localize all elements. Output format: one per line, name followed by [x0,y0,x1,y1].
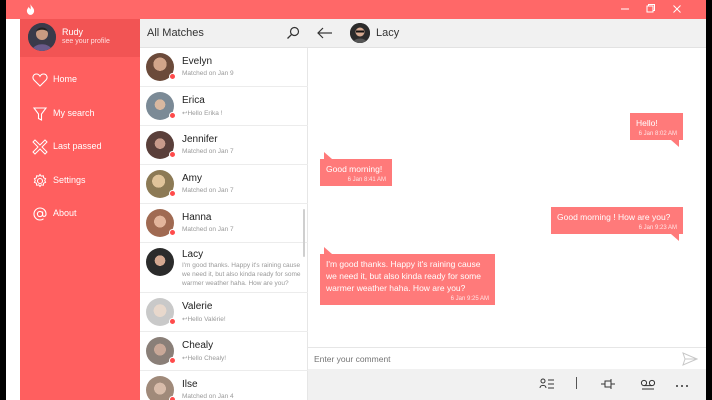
online-dot [169,151,176,158]
message-bubble-incoming: Good morning! 6 Jan 8:41 AM [320,152,392,186]
matches-title: All Matches [147,27,204,39]
contact-avatar[interactable] [350,23,370,43]
search-icon[interactable] [286,26,300,40]
more-icon[interactable] [674,377,690,391]
message-text: Hello! [636,118,658,128]
composer [308,347,706,369]
profile-name: Rudy [62,27,84,37]
match-item-erica[interactable]: Erica ↩Hello Erika ! [140,87,308,126]
sidebar-item-label: Last passed [53,141,102,151]
match-name: Lacy [182,249,204,260]
sidebar-item-label: About [53,208,77,218]
sidebar-item-label: My search [53,108,95,118]
title-bar [6,0,706,19]
online-dot [169,112,176,119]
matches-header: All Matches [140,19,308,48]
scrollbar[interactable] [303,209,305,257]
online-dot [169,396,176,400]
contact-name: Lacy [376,27,400,39]
match-name: Amy [182,173,202,184]
at-sign-icon [33,207,47,221]
match-subtitle: Matched on Jan 7 [182,148,234,155]
online-dot [169,229,176,236]
online-dot [169,73,176,80]
message-text: Good morning! [326,164,383,174]
comment-input[interactable] [314,352,654,366]
message-time: 6 Jan 8:41 AM [347,177,386,183]
pin-icon[interactable] [600,377,616,391]
message-text: I'm good thanks. Happy it's raining caus… [326,259,481,293]
message-text: Good morning ! How are you? [557,212,671,222]
message-time: 6 Jan 9:23 AM [638,225,677,231]
online-dot [169,357,176,364]
match-subtitle: Matched on Jan 9 [182,70,234,77]
command-bar [308,369,706,400]
match-name: Valerie [182,301,213,312]
avatar [28,23,56,51]
message-bubble-outgoing: Good morning ! How are you? 6 Jan 9:23 A… [551,207,683,241]
avatar [146,248,174,276]
match-item-lacy[interactable]: Lacy I'm good thanks. Happy it's raining… [140,243,308,293]
send-icon[interactable] [682,352,698,366]
list-icon[interactable] [539,377,555,391]
sidebar-item-home[interactable]: Home [20,66,140,94]
match-item-hanna[interactable]: Hanna Matched on Jan 7 [140,204,308,243]
message-time: 6 Jan 8:02 AM [638,131,677,137]
message-bubble-incoming: I'm good thanks. Happy it's raining caus… [320,247,495,305]
sidebar-item-about[interactable]: About [20,200,140,228]
match-item-evelyn[interactable]: Evelyn Matched on Jan 9 [140,48,308,87]
sidebar-item-label: Home [53,74,78,84]
online-dot [169,190,176,197]
sidebar-item-last-passed[interactable]: Last passed [20,133,140,161]
minimize-icon[interactable] [618,2,632,16]
match-name: Hanna [182,212,212,223]
match-item-valerie[interactable]: Valerie ↩Hello Valérie! [140,293,308,332]
maximize-icon[interactable] [643,2,657,16]
back-arrow-icon[interactable] [316,25,334,41]
online-dot [169,318,176,325]
sidebar-item-my-search[interactable]: My search [20,100,140,128]
funnel-icon [32,107,48,121]
match-subtitle: ↩Hello Chealy! [182,355,227,362]
match-item-amy[interactable]: Amy Matched on Jan 7 [140,165,308,204]
match-name: Erica [182,95,205,106]
match-item-jennifer[interactable]: Jennifer Matched on Jan 7 [140,126,308,165]
chat-header: Lacy [308,19,706,48]
app-window: Rudy see your profile Home My search Las… [6,0,706,400]
message-bubble-outgoing: Hello! 6 Jan 8:02 AM [630,113,683,147]
match-name: Chealy [182,340,214,351]
match-item-ilse[interactable]: Ilse Matched on Jan 4 [140,371,308,400]
match-subtitle: Matched on Jan 4 [182,393,234,400]
sidebar-item-label: Settings [53,175,86,185]
profile-subtitle: see your profile [62,38,110,45]
sidebar: Rudy see your profile Home My search Las… [20,19,140,400]
match-subtitle: Matched on Jan 7 [182,187,234,194]
cross-icon [32,139,48,155]
divider [576,377,577,389]
match-subtitle: Matched on Jan 7 [182,226,234,233]
match-name: Ilse [182,379,198,390]
profile-card[interactable]: Rudy see your profile [20,19,140,57]
match-item-chealy[interactable]: Chealy ↩Hello Chealy! [140,332,308,371]
match-name: Evelyn [182,56,213,67]
flame-app-icon [26,4,35,15]
match-subtitle: ↩Hello Erika ! [182,110,223,117]
match-name: Jennifer [182,134,218,145]
voicemail-icon[interactable] [640,377,656,391]
match-subtitle: ↩Hello Valérie! [182,316,226,323]
sidebar-item-settings[interactable]: Settings [20,167,140,195]
gear-icon [33,173,47,188]
heart-icon [32,73,48,87]
message-time: 6 Jan 9:25 AM [450,296,489,302]
close-icon[interactable] [670,2,684,16]
match-subtitle: I'm good thanks. Happy it's raining caus… [182,262,301,287]
chat-panel: Lacy Hello! 6 Jan 8:02 AM Good morning! … [308,19,706,400]
matches-panel: All Matches Evelyn Matched on Jan 9 Eric… [140,19,308,400]
